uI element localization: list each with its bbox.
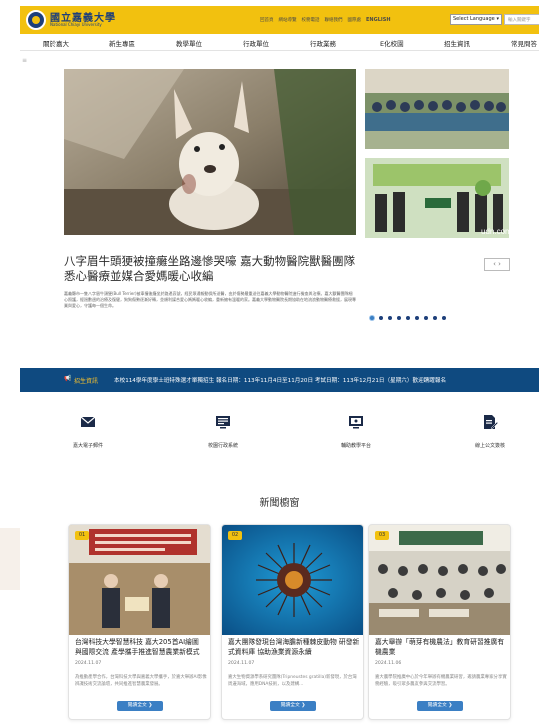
toplink-international[interactable]: 國際處 — [348, 17, 362, 23]
toplink-phone[interactable]: 校務電話 — [302, 17, 320, 23]
carousel-dot[interactable] — [370, 316, 374, 320]
search-input[interactable]: 輸入關鍵字 — [504, 14, 539, 25]
nav-e-campus[interactable]: E化校園 — [380, 38, 404, 48]
document-screen-icon — [215, 414, 231, 430]
news-card-title[interactable]: 台灣科技大學智慧科技 嘉大205首AI繪圖 與國際交流 產學攜手推進智慧農業新模… — [75, 637, 207, 657]
nav-about[interactable]: 關於嘉大 — [43, 38, 69, 48]
news-card-number: 02 — [228, 531, 242, 540]
news-card-number: 01 — [75, 531, 89, 540]
toplink-contact[interactable]: 聯絡我們 — [325, 17, 343, 23]
nav-faq[interactable]: 常見問答 — [511, 38, 537, 48]
shortcut-email-label: 嘉大電子郵件 — [72, 443, 103, 449]
carousel-dot[interactable] — [406, 316, 410, 320]
university-logo-icon[interactable] — [26, 10, 46, 30]
news-card-date: 2024.11.07 — [75, 661, 102, 666]
carousel-dot[interactable] — [442, 316, 446, 320]
news-section-heading: 新聞櫥窗 — [259, 498, 300, 509]
news-card-date: 2024.11.07 — [228, 661, 255, 666]
hero-side-image-2[interactable]: udn.com — [365, 158, 509, 238]
nav-academic[interactable]: 教學單位 — [176, 38, 202, 48]
news-card-title[interactable]: 嘉大舉辦「萌芽有機農法」教育研習推廣有機農業 — [375, 637, 507, 657]
menu-icon[interactable]: ≡ — [22, 57, 27, 64]
carousel-dot[interactable] — [424, 316, 428, 320]
announcement-ticker: 📢 招生資訊 本校114學年度學士班特殊選才單獨招生 報名日期：113年11月4… — [20, 368, 539, 392]
read-more-button[interactable]: 閱讀全文 ❯ — [417, 701, 463, 711]
monitor-icon — [348, 414, 364, 430]
read-more-button[interactable]: 閱讀全文 ❯ — [117, 701, 163, 711]
hero-description: 嘉義縣市一隻八字眉牛頭㹴(Bull Terrier)被車撞後癱坐於路邊哀號，經民… — [64, 291, 356, 309]
news-card-number: 03 — [375, 531, 389, 540]
carousel-dots[interactable] — [370, 316, 446, 320]
toplink-sitemap[interactable]: 網站導覽 — [279, 17, 297, 23]
carousel-dot[interactable] — [397, 316, 401, 320]
university-name-en: National Chiayi University — [50, 22, 102, 27]
news-card-summary: 嘉大生物資源學系研究團隊(Tripneustes gratilla)新發現，於台… — [228, 675, 357, 687]
shortcut-teaching-platform-label: 輔助教學平台 — [340, 443, 371, 449]
shortcut-document-signing[interactable]: 線上公文簽核 — [450, 414, 530, 449]
carousel-dot[interactable] — [379, 316, 383, 320]
carousel-dot[interactable] — [388, 316, 392, 320]
hero-title[interactable]: 八字眉牛頭㹴被撞癱坐路邊慘哭嚎 嘉大動物醫院獸醫團隊悉心醫療並媒合愛媽暖心收編 — [64, 254, 364, 284]
shortcut-admin-system[interactable]: 校園行政系統 — [183, 414, 263, 449]
hero-main-image[interactable] — [64, 69, 356, 235]
nav-divider — [20, 50, 539, 51]
bullhorn-icon: 📢 — [64, 375, 72, 382]
udn-watermark: udn.com — [481, 227, 509, 236]
left-decor-band — [0, 528, 20, 590]
top-bar: 國立嘉義大學 National Chiayi University 回首頁 網站… — [20, 6, 539, 34]
carousel-dot[interactable] — [433, 316, 437, 320]
toplink-english[interactable]: ENGLISH — [366, 17, 391, 23]
read-more-button[interactable]: 閱讀全文 ❯ — [270, 701, 316, 711]
shortcut-teaching-platform[interactable]: 輔助教學平台 — [316, 414, 396, 449]
shortcut-email[interactable]: 嘉大電子郵件 — [48, 414, 128, 449]
main-nav: 關於嘉大 新生專區 教學單位 行政單位 行政業務 E化校園 招生資訊 常見問答 — [20, 36, 539, 50]
news-card-title[interactable]: 嘉大團隊發現台灣海膽新種棘皮動物 研發新式資料庫 協助漁業資源永續 — [228, 637, 360, 657]
hero-side-image-1[interactable] — [365, 69, 509, 149]
news-card[interactable]: 02 嘉大團隊發現台灣海膽新種棘皮動物 研發新式資料庫 協助漁業資源永續 202… — [221, 524, 364, 720]
carousel-dot[interactable] — [415, 316, 419, 320]
hero-pager-arrows[interactable]: ‹ › — [484, 258, 510, 271]
toplink-home[interactable]: 回首頁 — [260, 17, 274, 23]
mail-icon — [80, 414, 96, 430]
ticker-label[interactable]: 招生資訊 — [74, 376, 98, 385]
top-links: 回首頁 網站導覽 校務電話 聯絡我們 國際處 ENGLISH — [260, 17, 391, 23]
nav-admin-affairs[interactable]: 行政業務 — [310, 38, 336, 48]
news-card-summary: 為推動產學合作，台灣科技大學與嘉義大學攜手，於嘉大舉辦AI影像辨識技術交流論壇，… — [75, 675, 207, 687]
news-card-image[interactable] — [69, 525, 210, 635]
language-select[interactable]: Select Language — [450, 14, 502, 25]
nav-admissions[interactable]: 招生資訊 — [444, 38, 470, 48]
shortcut-admin-system-label: 校園行政系統 — [207, 443, 238, 449]
ticker-text[interactable]: 本校114學年度學士班特殊選才單獨招生 報名日期：113年11月4日至11月20… — [114, 376, 446, 384]
nav-admin-units[interactable]: 行政單位 — [243, 38, 269, 48]
nav-freshmen[interactable]: 新生專區 — [109, 38, 135, 48]
shortcut-document-signing-label: 線上公文簽核 — [474, 443, 505, 449]
news-card-date: 2024.11.06 — [375, 661, 402, 666]
news-card-image[interactable] — [369, 525, 510, 635]
news-card-summary: 嘉大農學院推廣中心於今年舉辦有機農業研習，邀請農業專家分享實務經驗，吸引眾多農友… — [375, 675, 507, 687]
news-card[interactable]: 01 台灣科技大學智慧科技 嘉大205首AI繪圖 與國際交流 產學攜手推進智慧農… — [68, 524, 211, 720]
news-card[interactable]: 03 嘉大舉辦「萌芽有機農法」教育研習推廣有機農業 2024.11.06 嘉大農… — [368, 524, 511, 720]
pen-document-icon — [482, 414, 499, 430]
news-card-image[interactable] — [222, 525, 363, 635]
